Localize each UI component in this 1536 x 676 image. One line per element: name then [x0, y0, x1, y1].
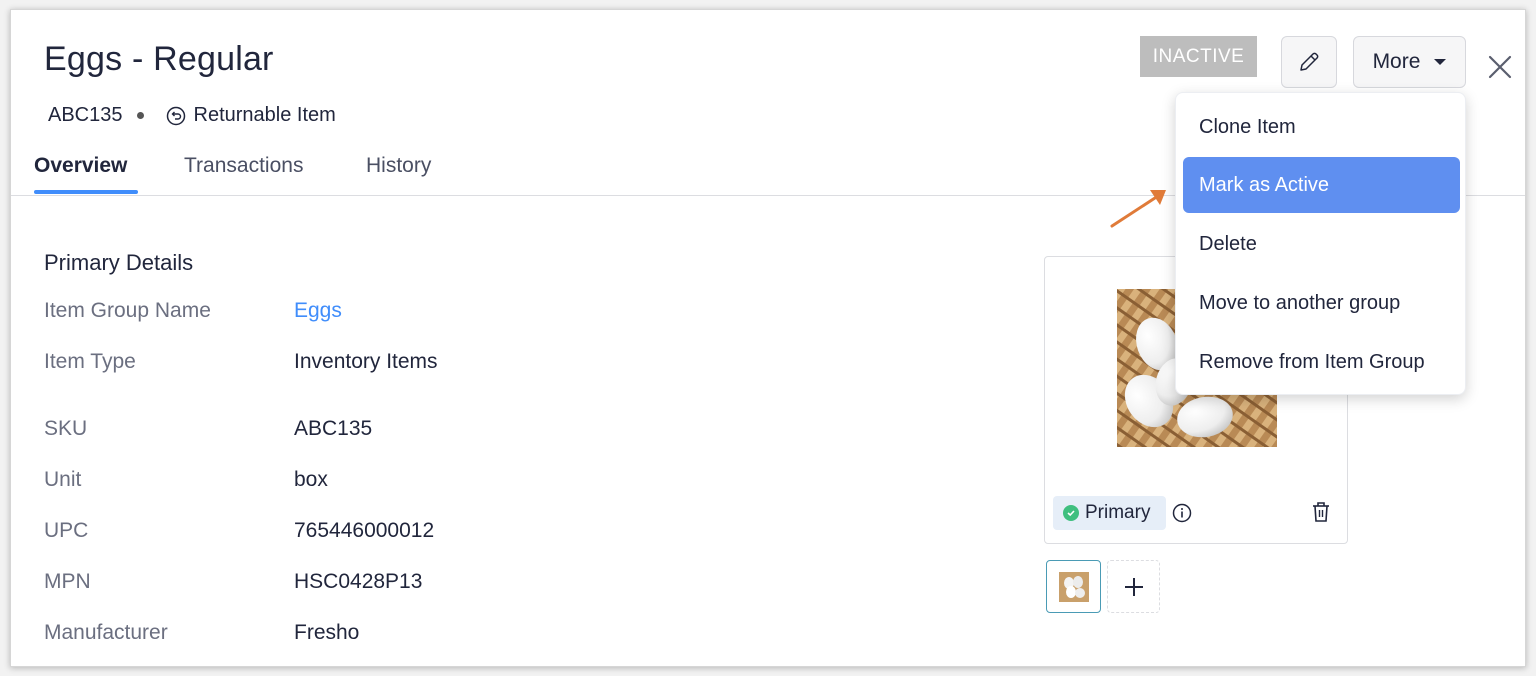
detail-value: HSC0428P13: [294, 570, 423, 593]
more-button[interactable]: More: [1353, 36, 1466, 88]
detail-label: Item Group Name: [44, 299, 211, 322]
primary-badge: Primary: [1053, 496, 1166, 530]
detail-row: SKU ABC135: [44, 417, 372, 441]
detail-label: Manufacturer: [44, 621, 168, 644]
detail-row: Unit box: [44, 468, 328, 492]
detail-value: box: [294, 468, 328, 491]
item-group-link[interactable]: Eggs: [294, 299, 342, 323]
separator-dot: [136, 112, 144, 119]
page-title: Eggs - Regular: [44, 40, 274, 78]
edit-button[interactable]: [1281, 36, 1337, 88]
close-icon[interactable]: [1485, 52, 1515, 82]
info-icon[interactable]: [1172, 503, 1192, 523]
more-actions-menu: Clone Item Mark as Active Delete Move to…: [1175, 92, 1466, 395]
image-thumbnail[interactable]: [1046, 560, 1101, 613]
primary-details-title: Primary Details: [44, 250, 194, 275]
status-badge: INACTIVE: [1140, 36, 1257, 77]
more-label: More: [1372, 50, 1421, 73]
menu-item-clone[interactable]: Clone Item: [1183, 99, 1460, 155]
detail-label: Unit: [44, 468, 82, 491]
primary-label: Primary: [1085, 502, 1151, 523]
check-icon: [1063, 505, 1079, 521]
detail-row: Manufacturer Fresho: [44, 621, 359, 645]
caret-down-icon: [1434, 59, 1447, 65]
plus-icon: [1123, 576, 1145, 598]
menu-item-move-group[interactable]: Move to another group: [1183, 275, 1460, 331]
detail-row: Item Group Name Eggs: [44, 299, 342, 323]
detail-row: MPN HSC0428P13: [44, 570, 422, 594]
tab-overview[interactable]: Overview: [34, 154, 127, 178]
pencil-icon: [1297, 50, 1321, 74]
item-subline: ABC135 Returnable Item: [48, 104, 336, 127]
detail-label: Item Type: [44, 350, 136, 373]
trash-icon[interactable]: [1310, 500, 1332, 524]
active-tab-indicator: [34, 190, 138, 194]
detail-row: UPC 765446000012: [44, 519, 434, 543]
detail-label: UPC: [44, 519, 89, 542]
detail-value: 765446000012: [294, 519, 435, 542]
tab-history[interactable]: History: [366, 154, 431, 178]
sku-label: ABC135: [48, 104, 123, 126]
returnable-label: Returnable Item: [193, 104, 336, 126]
detail-value: Inventory Items: [294, 350, 438, 373]
returnable-icon: [166, 106, 186, 126]
detail-value: ABC135: [294, 417, 373, 440]
add-image-button[interactable]: [1107, 560, 1160, 613]
detail-label: SKU: [44, 417, 88, 440]
tab-transactions[interactable]: Transactions: [184, 154, 303, 178]
annotation-arrow: [1106, 182, 1176, 232]
menu-item-remove-group[interactable]: Remove from Item Group: [1183, 334, 1460, 390]
detail-label: MPN: [44, 570, 91, 593]
item-detail-panel: Eggs - Regular ABC135 Returnable Item Ov…: [10, 9, 1526, 667]
menu-item-delete[interactable]: Delete: [1183, 216, 1460, 272]
detail-value: Fresho: [294, 621, 360, 644]
detail-row: Item Type Inventory Items: [44, 350, 438, 374]
menu-item-mark-active[interactable]: Mark as Active: [1183, 157, 1460, 213]
